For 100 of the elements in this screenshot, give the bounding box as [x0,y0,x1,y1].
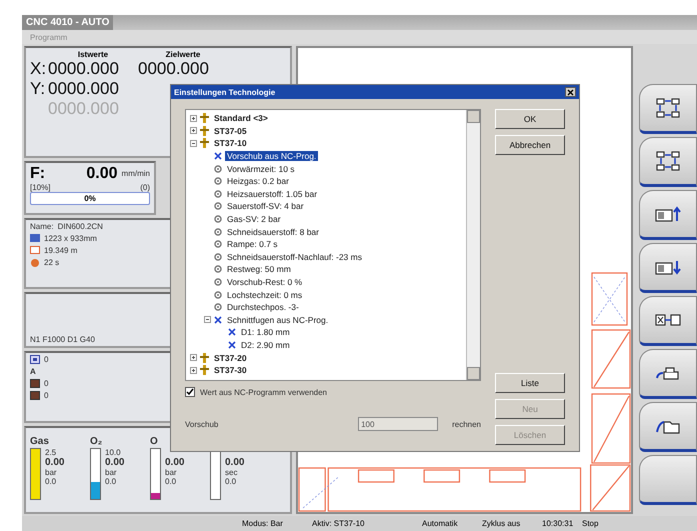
job-name: DIN600.2CN [58,222,103,231]
gauge-unit: sec [225,468,238,478]
gauge-label: Gas [30,436,50,448]
gauge-value: 0.00 [225,457,244,468]
tool-button[interactable] [639,349,697,399]
actual-value: 0000.000 [48,99,119,119]
tree-item[interactable]: D1: 1.80 mm [239,327,292,338]
progress-text: 0% [84,194,96,203]
torch-icon [200,126,209,136]
torch-icon [200,365,209,376]
torch-icon [200,113,209,124]
tree-item[interactable]: Vorschub-Rest: 0 % [225,277,304,288]
job-time: 22 s [44,258,60,267]
tree-item[interactable]: Gas-SV: 2 bar [225,214,283,224]
tree-item[interactable]: Schneidsauerstoff-Nachlauf: -23 ms [225,252,364,262]
gauge-unit: bar [105,468,118,478]
tree-item[interactable]: ST37-30 [212,365,249,376]
tree-item[interactable]: Rampe: 0.7 s [225,239,280,250]
tree-item[interactable]: ST37-05 [212,126,249,136]
feed-unit: mm/min [122,169,150,178]
checkbox-label: Wert aus NC-Programm verwenden [200,388,328,396]
torch-icon [200,352,209,363]
tool-button[interactable] [639,190,697,240]
collapse-icon[interactable] [204,316,211,324]
tree-item[interactable]: ST37-10 [212,138,249,148]
feed-value: 0.00 [86,164,118,183]
expand-icon[interactable] [190,114,197,122]
resize-icon [655,97,681,119]
status-text: Stop [582,519,600,528]
tool-button[interactable] [639,402,697,452]
blank-button[interactable] [639,455,697,505]
axis-label: Y: [30,79,46,99]
gauge-min: 0.0 [225,477,238,486]
counter-label: A [30,367,36,376]
torch-icon [200,138,209,148]
name-label: Name: [30,222,54,231]
tree-item[interactable]: Durchstechpos. -3- [225,302,301,312]
status-text: Aktiv: ST37-10 [312,519,366,528]
gauge-value: 0.00 [165,457,184,468]
tree-item[interactable]: Lochstechzeit: 0 ms [225,290,304,300]
tool-button[interactable] [639,137,697,187]
close-button[interactable] [565,87,576,97]
gauge-min: 0.0 [45,477,58,486]
status-text: 10:30:31 [542,519,574,528]
gauge-max: 10.0 [105,448,122,458]
tree-item[interactable]: Schnittfugen aus NC-Prog. [225,314,330,325]
tree-item[interactable]: Schneidsauerstoff: 8 bar [225,226,321,237]
gauge-unit: bar [165,468,178,478]
counter-value: 0 [44,391,48,400]
counter-value: 0 [44,355,48,364]
column-header: Istwerte [76,50,110,59]
feed-label: F: [30,164,46,183]
dialog-title: Einstellungen Technologie [174,88,276,96]
cross-icon [228,340,236,349]
gauge-label: O₂ [90,436,104,448]
actual-value: 0000.000 [48,59,119,79]
actual-value: 0000.000 [48,79,119,99]
dialog-button[interactable]: Liste [495,373,565,393]
target-value: 0000.000 [138,59,209,79]
path-icon [30,246,40,254]
expand-icon[interactable] [190,127,197,134]
sheet-icon [30,234,40,242]
gauge-max: 2.5 [45,448,58,458]
counter-value: 0 [44,379,48,388]
cross-icon [228,328,236,336]
cut-length: 19.349 m [44,246,78,255]
tree-item[interactable]: ST37-20 [212,352,249,363]
column-header: Zielwerte [164,50,202,59]
gauge-min: 0.0 [105,477,118,486]
clock-icon [30,258,40,267]
status-text: Zyklus aus [482,519,522,528]
override-value: [10%] [30,182,50,192]
resize-icon [655,150,681,172]
tool-button[interactable] [639,243,697,293]
scrollbar[interactable] [466,110,480,380]
gauge-value: 0.00 [105,457,124,468]
tree-item[interactable]: Vorschub aus NC-Prog. [225,151,318,162]
tool-button[interactable] [639,296,697,346]
collapse-icon[interactable] [190,140,197,147]
checkbox[interactable] [185,387,195,397]
swap-icon [654,313,682,327]
dialog-button[interactable]: OK [495,109,565,129]
tree-item[interactable]: Heizgas: 0.2 bar [225,176,291,186]
expand-icon[interactable] [190,366,197,374]
tree-item[interactable]: Sauerstoff-SV: 4 bar [225,201,306,212]
axis-label: X: [30,59,48,79]
status-text: Modus: Bar [242,519,284,528]
expand-icon[interactable] [190,354,197,362]
move-up-icon [654,205,682,223]
gauge-unit: bar [45,468,58,478]
gauge-value: 0.00 [45,457,64,468]
tree-item[interactable]: Standard <3> [212,113,270,124]
tree-item[interactable]: Heizsauerstoff: 1.05 bar [225,188,320,199]
tool-button[interactable] [639,84,697,134]
tree-item[interactable]: Restweg: 50 mm [225,264,293,274]
dialog-button[interactable]: Abbrechen [495,135,565,155]
nc-line: N1 F1000 D1 G40 [30,335,95,344]
tree-item[interactable]: D2: 2.90 mm [239,340,292,350]
tree-item[interactable]: Vorwärmzeit: 10 s [225,164,297,174]
gauge-min: 0.0 [165,477,178,486]
